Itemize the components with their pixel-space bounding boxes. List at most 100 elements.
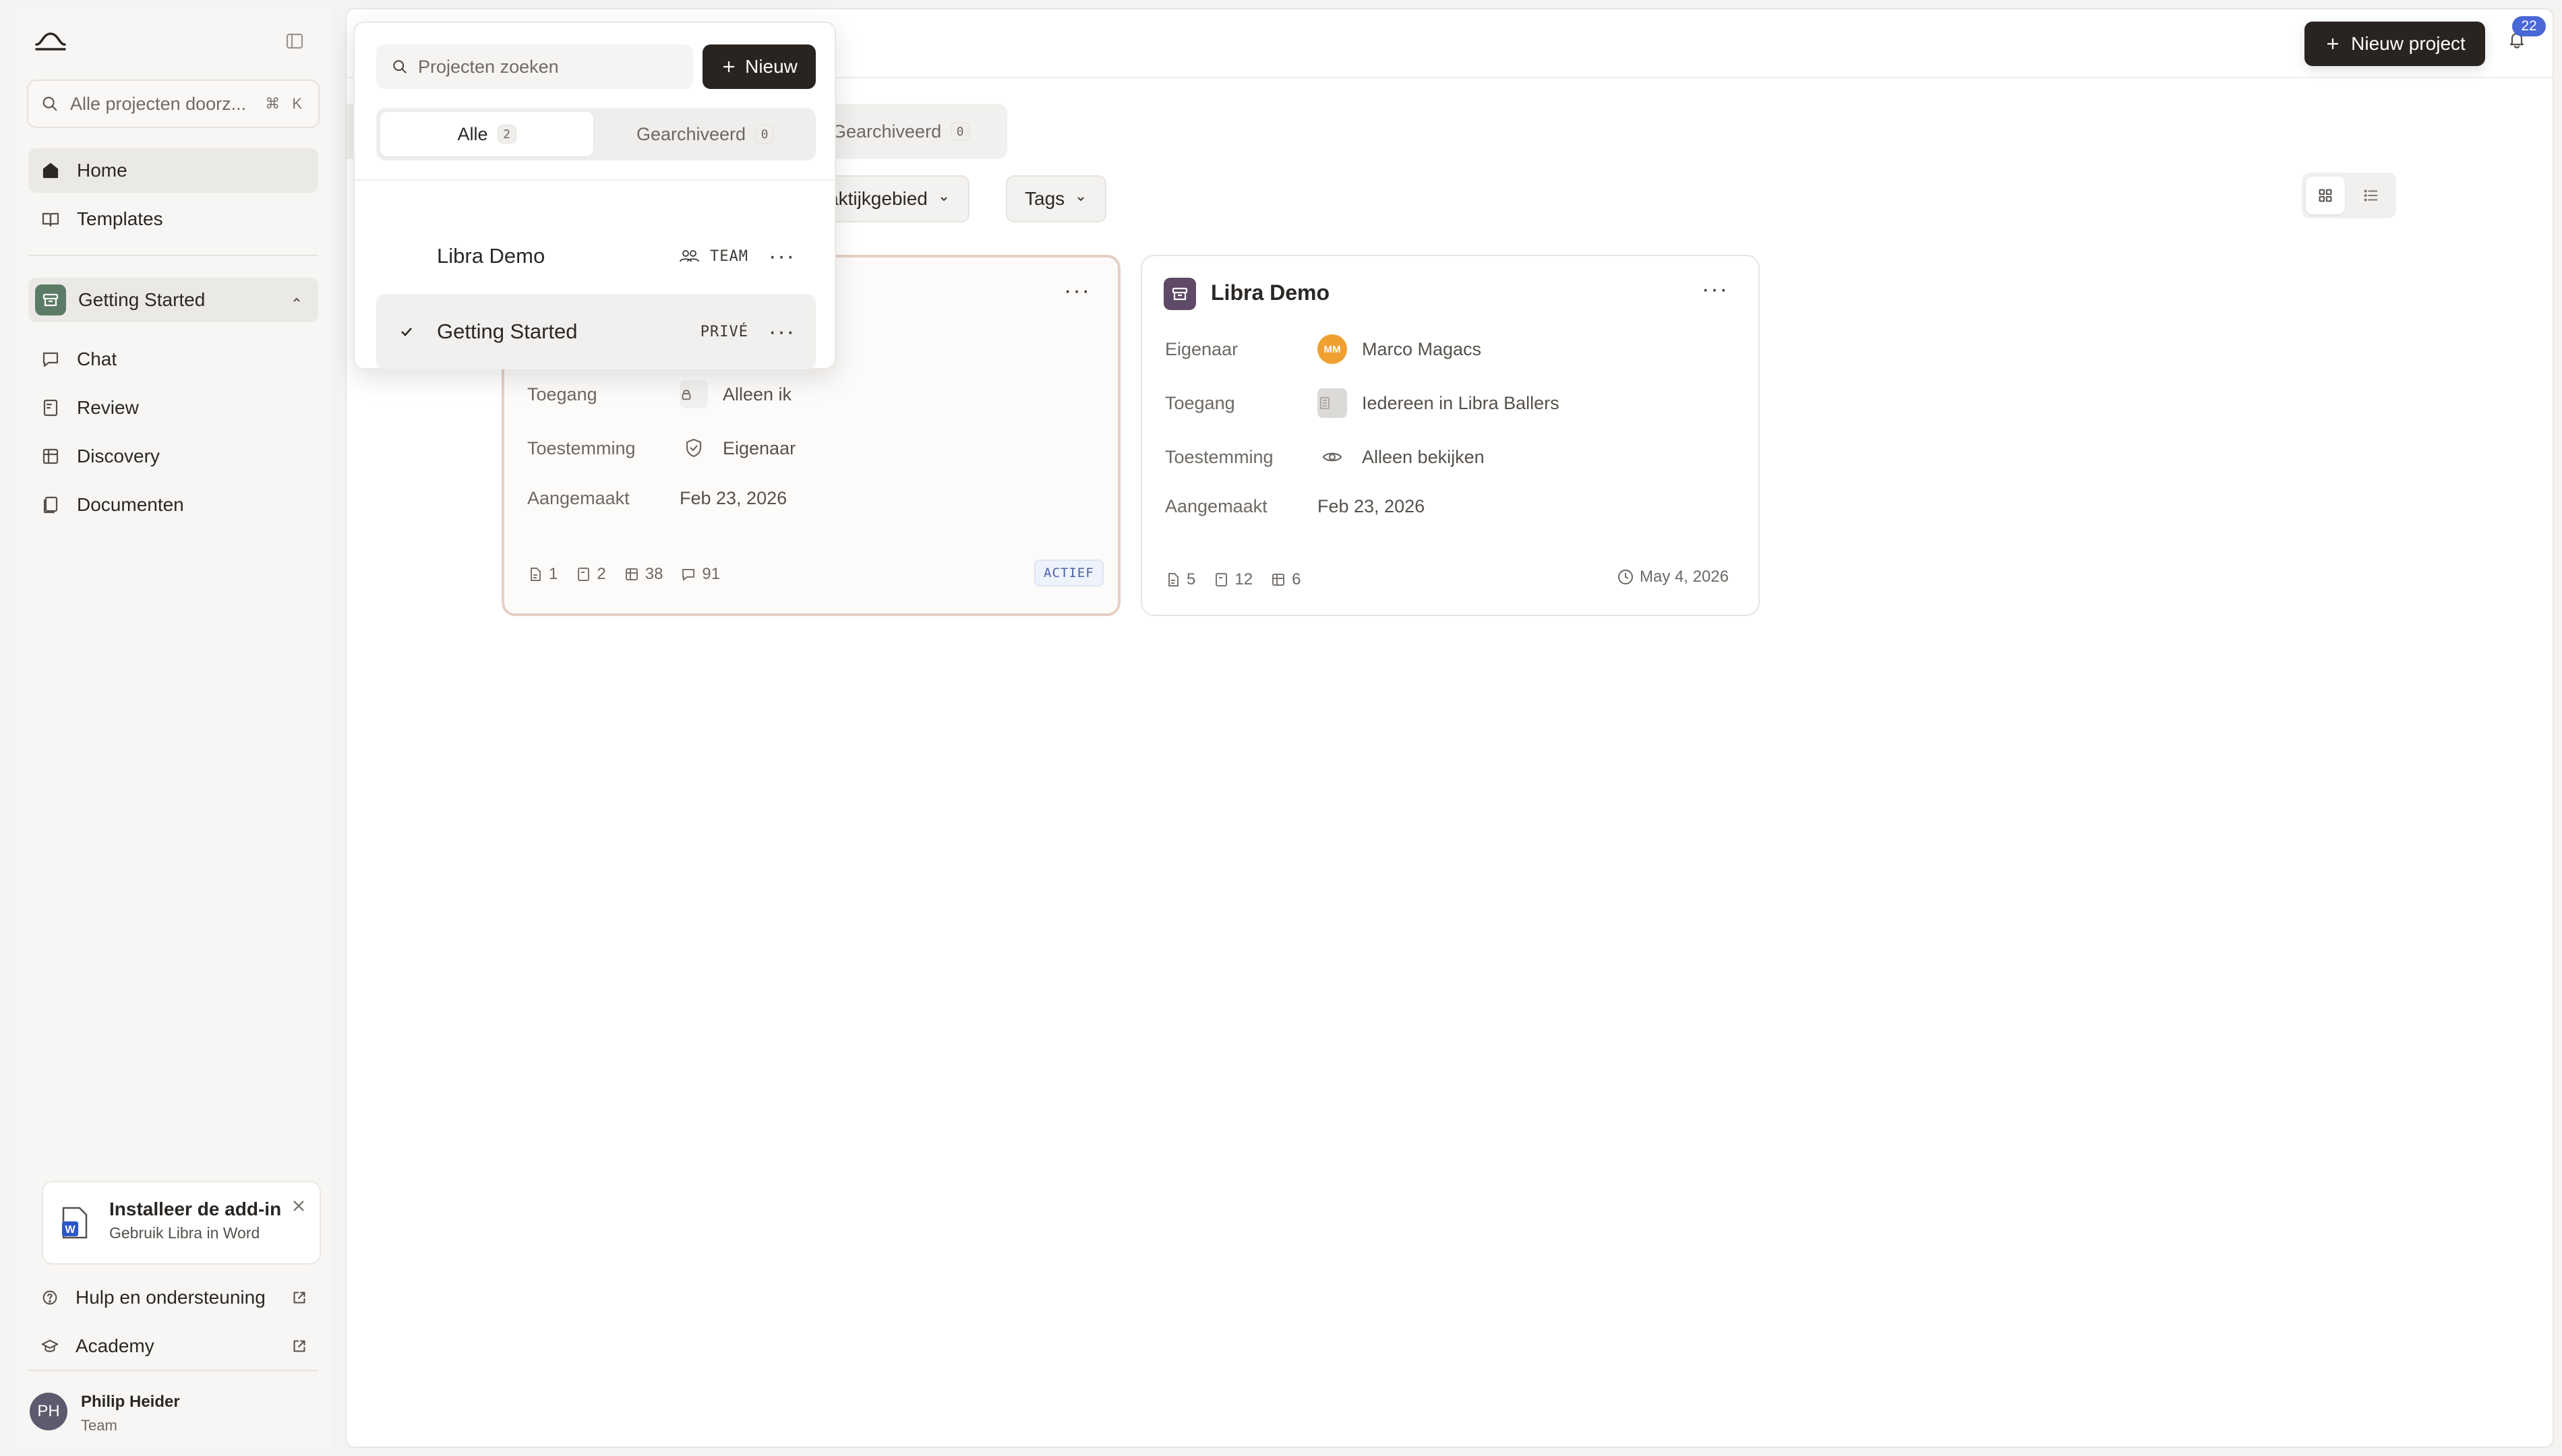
workspace-selector[interactable]: Getting Started <box>28 278 318 322</box>
card-date-value: May 4, 2026 <box>1640 568 1729 586</box>
row-label: Toestemming <box>1165 446 1274 467</box>
addin-card[interactable]: W Installeer de add-in Gebruik Libra in … <box>42 1181 321 1265</box>
sidebar-item-academy[interactable]: Academy <box>28 1324 318 1368</box>
row-label: Toestemming <box>527 437 636 458</box>
list-icon <box>2364 189 2378 202</box>
tab-archived[interactable]: Gearchiveerd 0 <box>832 109 970 154</box>
tab-label: Gearchiveerd <box>636 123 746 144</box>
plus-icon <box>2327 38 2339 49</box>
sidebar-item-review[interactable]: Review <box>28 386 318 430</box>
close-icon[interactable] <box>290 1197 307 1215</box>
external-link-icon <box>293 1340 305 1352</box>
collapse-sidebar-icon[interactable] <box>285 31 305 51</box>
sidebar-item-help[interactable]: Hulp en ondersteuning <box>28 1275 318 1320</box>
card-more-button[interactable]: ··· <box>1702 276 1729 303</box>
view-toggle <box>2302 173 2396 218</box>
search-icon <box>393 60 407 73</box>
new-project-label: Nieuw project <box>2351 33 2466 54</box>
avatar: PH <box>30 1393 67 1430</box>
team-icon <box>680 250 699 262</box>
sidebar: Alle projecten doorz... ⌘ K Home Templat… <box>15 8 332 1448</box>
tab-all[interactable]: Alle 2 <box>380 112 593 156</box>
sidebar-divider <box>28 255 318 256</box>
stat-tables: 6 <box>1270 570 1301 589</box>
building-icon <box>1317 388 1347 418</box>
row-label: Toegang <box>1165 392 1235 413</box>
tab-archived[interactable]: Gearchiveerd 0 <box>599 112 812 156</box>
tab-count: 0 <box>755 125 775 144</box>
search-icon <box>42 96 57 111</box>
new-button-label: Nieuw <box>745 56 798 77</box>
project-option-libra-demo[interactable]: Libra Demo TEAM ··· <box>376 218 816 294</box>
project-option-getting-started[interactable]: Getting Started PRIVÉ ··· <box>376 294 816 369</box>
chevron-down-icon <box>941 197 947 202</box>
card-stats: 5 12 6 <box>1165 570 1318 589</box>
shield-icon <box>686 438 702 458</box>
card-more-button[interactable]: ··· <box>1064 278 1091 304</box>
sidebar-divider <box>28 1370 318 1371</box>
libra-logo[interactable] <box>34 28 67 53</box>
help-icon <box>42 1290 57 1305</box>
card-row-access: Toegang Iedereen in Libra Ballers <box>1165 388 1559 418</box>
list-view-button[interactable] <box>2352 177 2391 214</box>
sidebar-item-discovery[interactable]: Discovery <box>28 434 318 479</box>
project-search-input[interactable]: Projecten zoeken <box>376 44 693 89</box>
visibility-label: TEAM <box>710 247 748 265</box>
grid-icon <box>2319 189 2332 202</box>
card-row-access: Toegang Alleen ik <box>527 380 792 408</box>
review-icon <box>578 568 590 581</box>
archive-icon <box>35 284 66 315</box>
row-value: Eigenaar <box>723 437 796 458</box>
sidebar-item-label: Chat <box>77 348 117 369</box>
row-value: Alleen bekijken <box>1362 446 1485 467</box>
card-row-permission: Toestemming Eigenaar <box>527 434 796 462</box>
card-row-created: Aangemaakt Feb 23, 2026 <box>527 488 787 509</box>
external-link-icon <box>293 1292 305 1304</box>
book-icon <box>42 212 59 227</box>
project-switcher-dropdown: Projecten zoeken Nieuw Alle 2 Gearchivee… <box>353 22 836 369</box>
tab-archived-count: 0 <box>951 122 970 141</box>
card-row-created: Aangemaakt Feb 23, 2026 <box>1165 496 1425 517</box>
addin-subtitle: Gebruik Libra in Word <box>109 1224 260 1242</box>
table-icon <box>625 568 638 580</box>
dropdown-tabs: Alle 2 Gearchiveerd 0 <box>376 108 816 160</box>
new-project-button[interactable]: Nieuw project <box>2304 22 2485 66</box>
document-icon <box>1168 573 1179 586</box>
grid-view-button[interactable] <box>2306 177 2345 214</box>
sidebar-item-chat[interactable]: Chat <box>28 337 318 382</box>
tags-label: Tags <box>1025 188 1065 209</box>
status-badge: ACTIEF <box>1034 559 1104 586</box>
search-input[interactable]: Alle projecten doorz... ⌘ K <box>27 80 320 128</box>
notification-badge: 22 <box>2512 16 2546 36</box>
plus-icon <box>723 61 735 72</box>
project-search-placeholder: Projecten zoeken <box>418 56 559 77</box>
sidebar-item-label: Discovery <box>77 446 160 466</box>
sidebar-item-label: Templates <box>77 208 163 229</box>
user-menu[interactable]: PH Philip Heider Team <box>30 1383 313 1437</box>
project-card-libra-demo[interactable]: Libra Demo ··· Eigenaar MM Marco Magacs … <box>1141 255 1760 616</box>
sidebar-item-label: Home <box>77 160 127 181</box>
tags-filter[interactable]: Tags <box>1006 175 1107 222</box>
sidebar-item-label: Review <box>77 397 139 418</box>
lock-icon <box>680 380 708 408</box>
workspace-name: Getting Started <box>78 289 206 310</box>
sidebar-item-templates[interactable]: Templates <box>28 197 318 241</box>
document-icon <box>531 568 541 581</box>
row-label: Aangemaakt <box>1165 496 1268 516</box>
sidebar-item-label: Documenten <box>77 494 184 515</box>
project-more-button[interactable]: ··· <box>748 319 816 345</box>
stat-tables: 38 <box>624 565 663 584</box>
dropdown-divider <box>355 179 835 181</box>
card-title[interactable]: Libra Demo <box>1211 280 1330 305</box>
search-shortcut: ⌘ K <box>265 95 306 112</box>
graduation-icon <box>41 1339 59 1352</box>
row-label: Aangemaakt <box>527 488 630 508</box>
sidebar-item-home[interactable]: Home <box>28 148 318 193</box>
stat-reviews: 2 <box>575 565 606 584</box>
chevron-down-icon <box>1077 197 1084 202</box>
project-more-button[interactable]: ··· <box>748 243 816 270</box>
sidebar-item-documenten[interactable]: Documenten <box>28 483 318 527</box>
chat-icon <box>682 569 695 582</box>
new-button[interactable]: Nieuw <box>703 44 816 89</box>
visibility-label: PRIVÉ <box>700 323 748 340</box>
